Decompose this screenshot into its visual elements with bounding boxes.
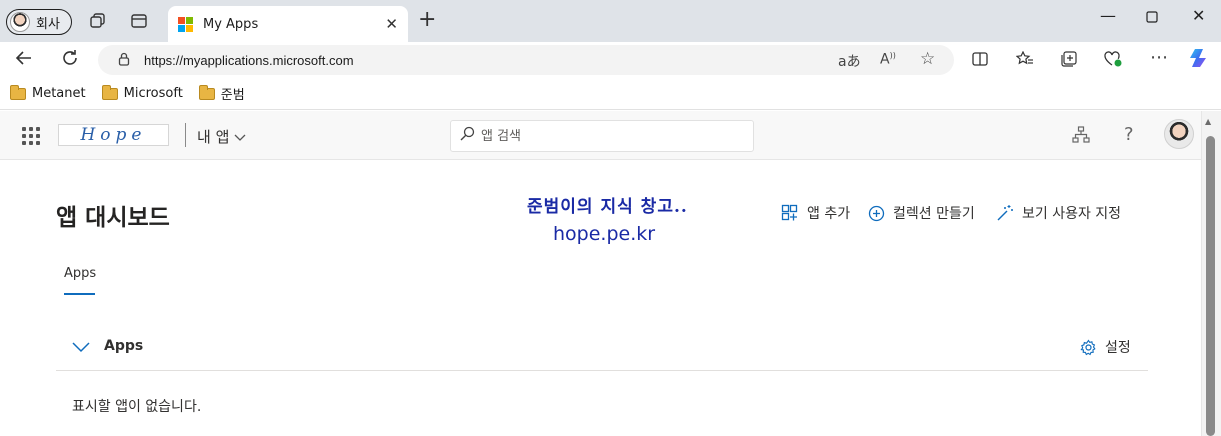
scroll-up-icon[interactable]: ▲	[1205, 117, 1211, 126]
read-aloud-icon[interactable]: aあ	[838, 51, 861, 71]
tab-active-indicator	[64, 293, 95, 295]
copilot-icon[interactable]	[1188, 47, 1210, 73]
watermark: 준범이의 지식 창고.. hope.pe.kr	[527, 192, 707, 245]
microsoft-logo-icon	[178, 16, 193, 32]
scrollbar-thumb[interactable]	[1206, 136, 1215, 436]
collections-icon[interactable]	[1060, 51, 1078, 71]
folder-icon	[198, 84, 215, 100]
browser-titlebar: 회사 My Apps ✕ + — ✕	[0, 0, 1221, 42]
lock-icon[interactable]	[118, 51, 130, 70]
close-icon[interactable]: ✕	[385, 15, 398, 33]
tab-actions-icon[interactable]	[130, 12, 148, 30]
minimize-icon[interactable]: —	[1100, 6, 1116, 25]
chevron-down-icon	[234, 128, 246, 146]
magic-wand-icon	[996, 204, 1014, 222]
watermark-line2: hope.pe.kr	[553, 223, 656, 245]
empty-message: 표시할 앱이 없습니다.	[72, 399, 202, 415]
more-icon[interactable]: ⋯	[1150, 47, 1168, 68]
profile-avatar-icon	[10, 12, 30, 32]
create-collection-button[interactable]: 컬렉션 만들기	[868, 203, 975, 223]
back-icon[interactable]	[14, 48, 34, 73]
org-chart-icon[interactable]	[1072, 126, 1090, 148]
plus-icon[interactable]: +	[418, 9, 436, 31]
app-launcher-icon[interactable]	[22, 127, 40, 145]
add-app-button[interactable]: 앱 추가	[781, 203, 850, 223]
customize-view-button[interactable]: 보기 사용자 지정	[996, 203, 1121, 223]
search-input[interactable]	[481, 128, 741, 144]
search-icon	[459, 126, 475, 146]
favorites-icon[interactable]	[1015, 50, 1034, 71]
page-title: 앱 대시보드	[56, 205, 170, 231]
folder-icon	[10, 84, 26, 100]
refresh-icon[interactable]	[60, 48, 80, 73]
tab-my-apps[interactable]: My Apps ✕	[168, 6, 408, 42]
url-text: https://myapplications.microsoft.com	[144, 52, 354, 68]
profile-button[interactable]: 회사	[6, 9, 72, 35]
app-header: Hope 내 앱 ?	[0, 111, 1221, 160]
browser-essentials-icon[interactable]	[1104, 51, 1122, 71]
favorites-bar: Metanet Microsoft 준범	[0, 78, 1221, 110]
section-title[interactable]: Apps	[104, 338, 143, 354]
workspaces-icon[interactable]	[89, 12, 107, 30]
window-close-icon[interactable]: ✕	[1192, 6, 1205, 25]
user-avatar[interactable]	[1164, 119, 1194, 149]
help-icon[interactable]: ?	[1124, 124, 1134, 145]
add-circle-icon	[868, 205, 885, 222]
my-apps-menu[interactable]: 내 앱	[197, 126, 246, 147]
address-toolbar: https://myapplications.microsoft.com aあ …	[0, 42, 1221, 78]
app-search[interactable]	[450, 120, 754, 152]
chevron-icon[interactable]	[72, 338, 90, 357]
profile-label: 회사	[36, 16, 60, 32]
settings-button[interactable]: 설정	[1080, 337, 1131, 357]
immersive-reader-icon[interactable]: A))	[880, 51, 896, 68]
section-divider	[56, 370, 1148, 371]
split-screen-icon[interactable]	[972, 51, 988, 71]
maximize-icon[interactable]	[1146, 8, 1158, 27]
favorite-metanet[interactable]: Metanet	[10, 84, 86, 101]
add-app-icon	[781, 204, 799, 222]
brand-logo[interactable]: Hope	[58, 124, 169, 146]
gear-icon	[1080, 339, 1097, 356]
tab-title: My Apps	[203, 16, 259, 32]
star-icon[interactable]: ☆	[920, 49, 935, 69]
watermark-line1: 준범이의 지식 창고..	[527, 197, 688, 217]
address-bar[interactable]: https://myapplications.microsoft.com	[98, 45, 954, 75]
favorite-junbeom[interactable]: 준범	[198, 84, 245, 103]
header-divider	[185, 123, 186, 147]
tab-apps[interactable]: Apps	[64, 266, 96, 281]
favorite-microsoft[interactable]: Microsoft	[101, 84, 183, 101]
folder-icon	[101, 84, 118, 100]
